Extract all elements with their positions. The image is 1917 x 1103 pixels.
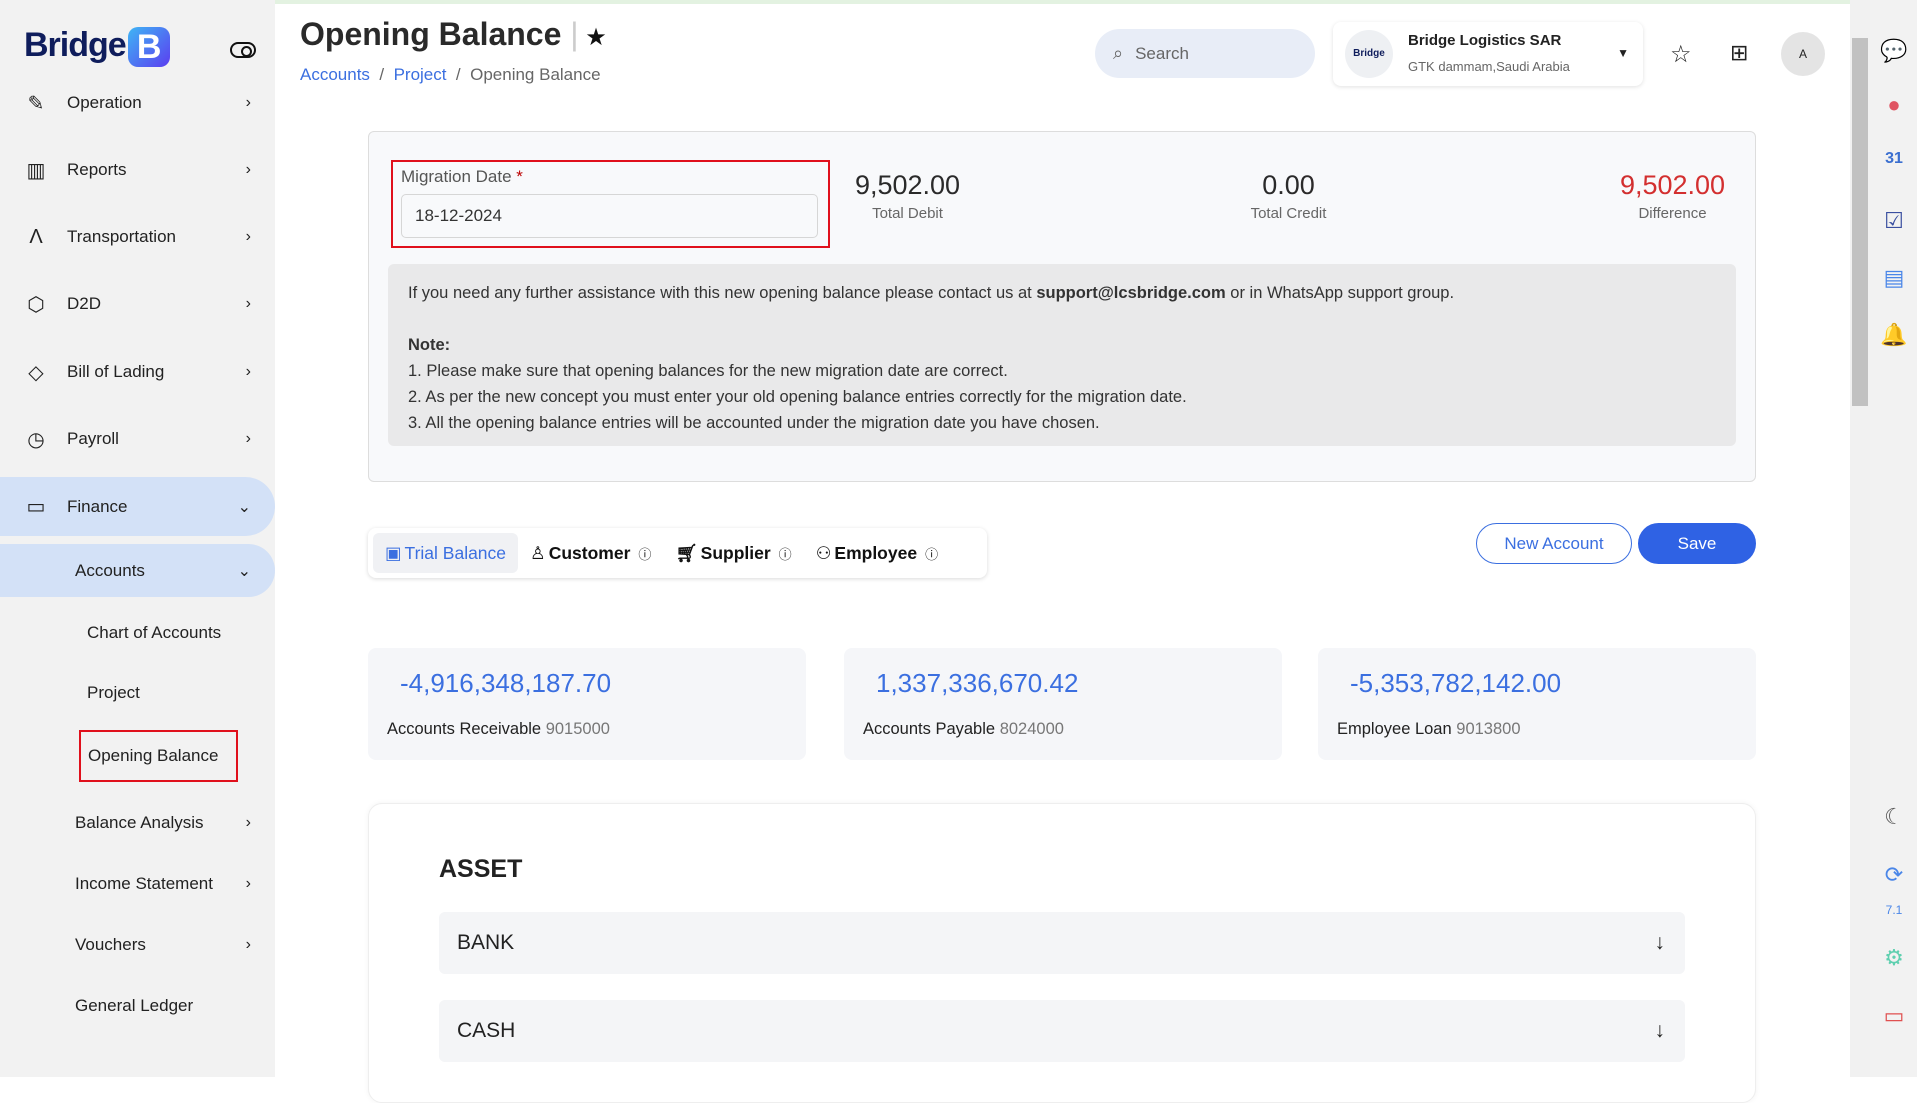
breadcrumb-accounts[interactable]: Accounts xyxy=(300,65,370,84)
tag-icon: ◇ xyxy=(28,361,44,384)
company-selector[interactable]: Bridge Bridge Logistics SAR GTK dammam,S… xyxy=(1333,22,1643,86)
sidebar-item-transportation[interactable]: Λ Transportation › xyxy=(0,209,275,265)
company-logo: Bridge xyxy=(1345,30,1393,78)
support-email[interactable]: support@lcsbridge.com xyxy=(1036,284,1225,302)
save-button[interactable]: Save xyxy=(1638,523,1756,564)
info-icon: ⓘ xyxy=(925,546,939,562)
info-box: If you need any further assistance with … xyxy=(388,264,1736,446)
version-label: 7.1 xyxy=(1885,903,1903,917)
chevron-right-icon: › xyxy=(245,228,251,245)
sidebar-item-balance-analysis[interactable]: Balance Analysis › xyxy=(0,795,275,851)
settings-icon[interactable]: ⚙ xyxy=(1878,945,1910,971)
avatar[interactable]: A xyxy=(1781,32,1825,76)
card-icon: ▭ xyxy=(26,496,46,518)
bell-icon[interactable]: 🔔 xyxy=(1878,322,1910,348)
tab-customer[interactable]: ♙ Customer ⓘ xyxy=(518,533,663,573)
card-accounts-receivable: -4,916,348,187.70 Accounts Receivable 901… xyxy=(368,648,806,760)
account-group-bank[interactable]: BANK ↓ xyxy=(439,912,1685,974)
card-accounts-payable: 1,337,336,670.42 Accounts Payable 8024000 xyxy=(844,648,1282,760)
page-title: Opening Balance | ★ xyxy=(300,16,607,52)
migration-date-input[interactable]: 18-12-2024 xyxy=(401,194,818,238)
ledger-icon: ▣ xyxy=(385,542,402,563)
road-icon: Λ xyxy=(29,225,43,248)
sidebar-item-general-ledger[interactable]: General Ledger xyxy=(0,978,275,1034)
task-icon[interactable]: ☑ xyxy=(1878,208,1910,234)
cart-icon: 🛒︎ xyxy=(675,542,698,563)
favorite-star-icon[interactable]: ★ xyxy=(579,24,607,51)
clock-icon: ◷ xyxy=(27,428,45,451)
arrow-down-icon: ↓ xyxy=(1654,1019,1666,1042)
chevron-right-icon: › xyxy=(245,161,251,178)
card-employee-loan: -5,353,782,142.00 Employee Loan 9013800 xyxy=(1318,648,1756,760)
star-outline-icon[interactable]: ☆ xyxy=(1670,40,1692,69)
sidebar-item-reports[interactable]: ▥ Reports › xyxy=(0,142,275,198)
dark-mode-icon[interactable]: ☾ xyxy=(1878,804,1910,830)
chevron-right-icon: › xyxy=(245,430,251,447)
document-icon[interactable]: ▤ xyxy=(1878,265,1910,291)
sidebar-item-project[interactable]: Project xyxy=(0,665,275,721)
alert-icon[interactable]: ● xyxy=(1878,92,1910,118)
breadcrumb: Accounts / Project / Opening Balance xyxy=(300,65,601,84)
breadcrumb-project[interactable]: Project xyxy=(394,65,447,84)
chevron-right-icon: › xyxy=(245,814,251,831)
chevron-right-icon: › xyxy=(245,875,251,892)
edit-icon: ✎ xyxy=(27,92,45,115)
feedback-icon[interactable]: ▭ xyxy=(1878,1003,1910,1029)
sidebar-item-chart-of-accounts[interactable]: Chart of Accounts xyxy=(0,605,275,661)
account-group-cash[interactable]: CASH ↓ xyxy=(439,1000,1685,1062)
logo-mark: B xyxy=(127,27,170,68)
tab-supplier[interactable]: 🛒︎ Supplier ⓘ xyxy=(663,533,803,573)
total-debit: 9,502.00 Total Debit xyxy=(854,170,961,222)
users-icon: ⚇ xyxy=(815,542,832,563)
progress-line xyxy=(275,0,1850,4)
sidebar-item-vouchers[interactable]: Vouchers › xyxy=(0,917,275,973)
arrow-down-icon: ↓ xyxy=(1654,931,1666,954)
chevron-right-icon: › xyxy=(245,295,251,312)
asset-heading: ASSET xyxy=(439,855,523,883)
sidebar-item-opening-balance[interactable]: Opening Balance xyxy=(79,730,238,782)
logo[interactable]: Bridge B xyxy=(24,26,170,68)
chat-icon[interactable]: 💬 xyxy=(1878,38,1910,64)
chevron-down-icon: ⌄ xyxy=(237,498,251,516)
difference: 9,502.00 Difference xyxy=(1619,170,1726,222)
scrollbar-thumb[interactable] xyxy=(1852,38,1868,406)
sidebar-item-d2d[interactable]: ⬡ D2D › xyxy=(0,276,275,332)
bar-chart-icon: ▥ xyxy=(26,159,46,182)
sidebar-item-payroll[interactable]: ◷ Payroll › xyxy=(0,411,275,467)
chevron-right-icon: › xyxy=(245,363,251,380)
sidebar-item-finance[interactable]: ▭ Finance ⌄ xyxy=(0,477,275,536)
sidebar-item-income-statement[interactable]: Income Statement › xyxy=(0,856,275,912)
sidebar-item-accounts[interactable]: Accounts ⌄ xyxy=(0,544,275,597)
sync-icon[interactable]: ⟳ xyxy=(1878,862,1910,888)
apps-grid-icon[interactable]: ⊞ xyxy=(1730,40,1748,66)
info-icon: ⓘ xyxy=(778,546,792,562)
caret-down-icon: ▼ xyxy=(1617,46,1629,60)
info-icon: ⓘ xyxy=(638,546,652,562)
search-input[interactable]: ⌕ Search xyxy=(1095,29,1315,78)
tab-bar: ▣ Trial Balance ♙ Customer ⓘ 🛒︎ Supplier ⓘ ⚇ E… xyxy=(368,528,987,578)
sidebar-item-operation[interactable]: ✎ Operation › xyxy=(0,75,275,131)
sidebar-item-bill-of-lading[interactable]: ◇ Bill of Lading › xyxy=(0,344,275,400)
tab-trial-balance[interactable]: ▣ Trial Balance xyxy=(373,533,519,573)
calendar-icon[interactable]: 31 xyxy=(1878,150,1910,168)
tab-employee[interactable]: ⚇ Employee ⓘ xyxy=(804,533,950,573)
chevron-right-icon: › xyxy=(245,94,251,111)
migration-date-field: Migration Date * 18-12-2024 xyxy=(391,160,830,248)
chevron-down-icon: ⌄ xyxy=(237,562,251,580)
sidebar-toggle[interactable] xyxy=(230,42,256,58)
total-credit: 0.00 Total Credit xyxy=(1250,170,1327,222)
chevron-right-icon: › xyxy=(245,936,251,953)
user-icon: ♙ xyxy=(530,542,546,563)
box-icon: ⬡ xyxy=(27,293,45,316)
new-account-button[interactable]: New Account xyxy=(1476,523,1632,564)
sidebar: Bridge B ✎ Operation › ▥ Reports › Λ Transport… xyxy=(0,0,275,1077)
search-icon: ⌕ xyxy=(1113,43,1124,63)
